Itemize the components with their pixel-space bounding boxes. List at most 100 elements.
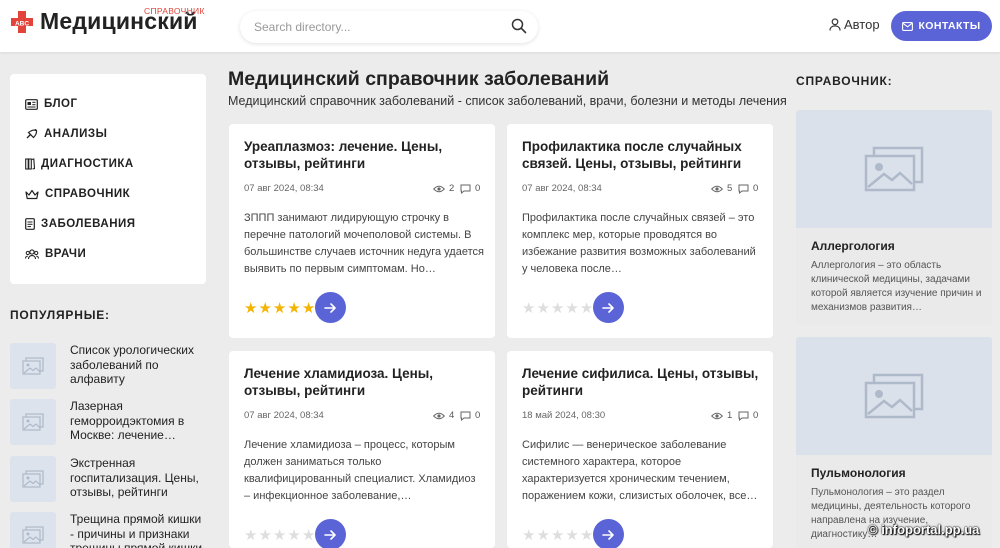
star-icon[interactable]: ★ — [580, 528, 593, 543]
directory-card-title[interactable]: Пульмонология — [811, 466, 906, 480]
star-icon[interactable]: ★ — [258, 301, 271, 316]
directory-card[interactable]: Пульмонология Пульмонология – это раздел… — [796, 337, 992, 548]
comment-icon — [738, 411, 749, 421]
popular-item[interactable]: Список урологических заболеваний по алфа… — [10, 343, 210, 389]
directory-card-title[interactable]: Аллергология — [811, 239, 895, 253]
view-count-value: 1 — [727, 410, 733, 421]
search-icon[interactable] — [511, 18, 527, 34]
header: ABC Медицинский СПРАВОЧНИК Автор КОНТАКТ… — [0, 0, 1000, 52]
star-icon[interactable]: ★ — [522, 301, 535, 316]
star-icon[interactable]: ★ — [565, 528, 578, 543]
star-icon[interactable]: ★ — [302, 528, 315, 543]
article-title[interactable]: Лечение сифилиса. Цены, отзывы, рейтинги — [522, 365, 764, 399]
image-placeholder-icon — [22, 357, 44, 375]
rating-stars[interactable]: ★ ★ ★ ★ ★ — [522, 528, 593, 543]
view-count: 5 — [711, 183, 732, 194]
satellite-icon — [26, 129, 38, 139]
star-icon[interactable]: ★ — [522, 528, 535, 543]
arrow-right-icon — [602, 529, 614, 540]
popular-item[interactable]: Трещина прямой кишки - причины и признак… — [10, 512, 210, 548]
author-link[interactable]: Автор — [829, 17, 880, 32]
comment-count-value: 0 — [753, 183, 759, 194]
card-image — [796, 110, 992, 228]
comment-count-value: 0 — [475, 183, 481, 194]
star-icon[interactable]: ★ — [551, 528, 564, 543]
popular-item-title: Трещина прямой кишки - причины и признак… — [70, 512, 203, 548]
search-input[interactable] — [254, 11, 504, 43]
star-icon[interactable]: ★ — [580, 301, 593, 316]
star-icon[interactable]: ★ — [244, 528, 257, 543]
article-title[interactable]: Профилактика после случайных связей. Цен… — [522, 138, 764, 172]
star-icon[interactable]: ★ — [565, 301, 578, 316]
star-icon[interactable]: ★ — [244, 301, 257, 316]
star-icon[interactable]: ★ — [536, 528, 549, 543]
site-logo[interactable]: ABC Медицинский СПРАВОЧНИК — [10, 6, 204, 35]
menu-item-label: ЗАБОЛЕВАНИЯ — [41, 218, 136, 230]
star-icon[interactable]: ★ — [287, 301, 300, 316]
comment-icon — [460, 184, 471, 194]
menu-item-analyses[interactable]: АНАЛИЗЫ — [25, 128, 107, 140]
contacts-label: КОНТАКТЫ — [918, 20, 981, 32]
view-count: 1 — [711, 410, 732, 421]
article-card[interactable]: Профилактика после случайных связей. Цен… — [507, 124, 773, 338]
arrow-right-icon — [324, 302, 336, 313]
thumbnail — [10, 456, 56, 502]
article-title[interactable]: Лечение хламидиоза. Цены, отзывы, рейтин… — [244, 365, 486, 399]
menu-item-label: АНАЛИЗЫ — [44, 128, 108, 140]
directory-card[interactable]: Аллергология Аллергология – это область … — [796, 110, 992, 325]
star-icon[interactable]: ★ — [273, 528, 286, 543]
envelope-icon — [902, 21, 914, 31]
eye-icon — [711, 185, 723, 192]
article-date: 07 авг 2024, 08:34 — [522, 183, 602, 194]
thumbnail — [10, 399, 56, 445]
article-title[interactable]: Уреаплазмоз: лечение. Цены, отзывы, рейт… — [244, 138, 486, 172]
menu-item-blog[interactable]: БЛОГ — [25, 98, 78, 110]
logo-subtitle: СПРАВОЧНИК — [144, 6, 205, 16]
arrow-right-icon — [602, 302, 614, 313]
article-card[interactable]: Лечение сифилиса. Цены, отзывы, рейтинги… — [507, 351, 773, 548]
newspaper-icon — [25, 98, 38, 110]
menu-item-diagnostics[interactable]: ДИАГНОСТИКА — [25, 158, 134, 170]
svg-text:ABC: ABC — [15, 20, 29, 27]
author-label: Автор — [844, 17, 880, 32]
star-icon[interactable]: ★ — [551, 301, 564, 316]
star-icon[interactable]: ★ — [536, 301, 549, 316]
read-more-button[interactable] — [593, 292, 624, 323]
image-placeholder-icon — [864, 373, 924, 419]
eye-icon — [711, 412, 723, 419]
read-more-button[interactable] — [315, 292, 346, 323]
article-date: 07 авг 2024, 08:34 — [244, 410, 324, 421]
rating-stars[interactable]: ★ ★ ★ ★ ★ — [522, 301, 593, 316]
eye-icon — [433, 412, 445, 419]
view-count-value: 5 — [727, 183, 733, 194]
comment-count: 0 — [738, 410, 758, 421]
popular-item[interactable]: Лазерная геморроидэктомия в Москве: лече… — [10, 399, 210, 445]
category-menu: БЛОГ АНАЛИЗЫ ДИАГНОСТИКА СПРАВОЧНИК ЗАБО… — [10, 74, 206, 284]
star-icon[interactable]: ★ — [273, 301, 286, 316]
image-placeholder-icon — [22, 413, 44, 431]
contacts-button[interactable]: КОНТАКТЫ — [891, 11, 992, 41]
read-more-button[interactable] — [315, 519, 346, 548]
medical-cross-icon: ABC — [11, 10, 33, 33]
menu-item-diseases[interactable]: ЗАБОЛЕВАНИЯ — [25, 218, 136, 230]
thumbnail — [10, 343, 56, 389]
star-icon[interactable]: ★ — [258, 528, 271, 543]
crown-icon — [25, 189, 39, 199]
rating-stars[interactable]: ★ ★ ★ ★ ★ — [244, 301, 315, 316]
star-icon[interactable]: ★ — [302, 301, 315, 316]
view-count-value: 2 — [449, 183, 455, 194]
comment-icon — [738, 184, 749, 194]
card-image — [796, 337, 992, 455]
arrow-right-icon — [324, 529, 336, 540]
read-more-button[interactable] — [593, 519, 624, 548]
article-card[interactable]: Лечение хламидиоза. Цены, отзывы, рейтин… — [229, 351, 495, 548]
image-placeholder-icon — [22, 470, 44, 488]
menu-item-doctors[interactable]: ВРАЧИ — [25, 248, 86, 260]
menu-item-directory[interactable]: СПРАВОЧНИК — [25, 188, 130, 200]
star-icon[interactable]: ★ — [287, 528, 300, 543]
article-excerpt: Сифилис — венерическое заболевание систе… — [522, 439, 758, 502]
directory-card-text: Аллергология – это область клинической м… — [811, 260, 982, 313]
popular-item[interactable]: Экстренная госпитализация. Цены, отзывы,… — [10, 456, 210, 502]
rating-stars[interactable]: ★ ★ ★ ★ ★ — [244, 528, 315, 543]
article-card[interactable]: Уреаплазмоз: лечение. Цены, отзывы, рейт… — [229, 124, 495, 338]
